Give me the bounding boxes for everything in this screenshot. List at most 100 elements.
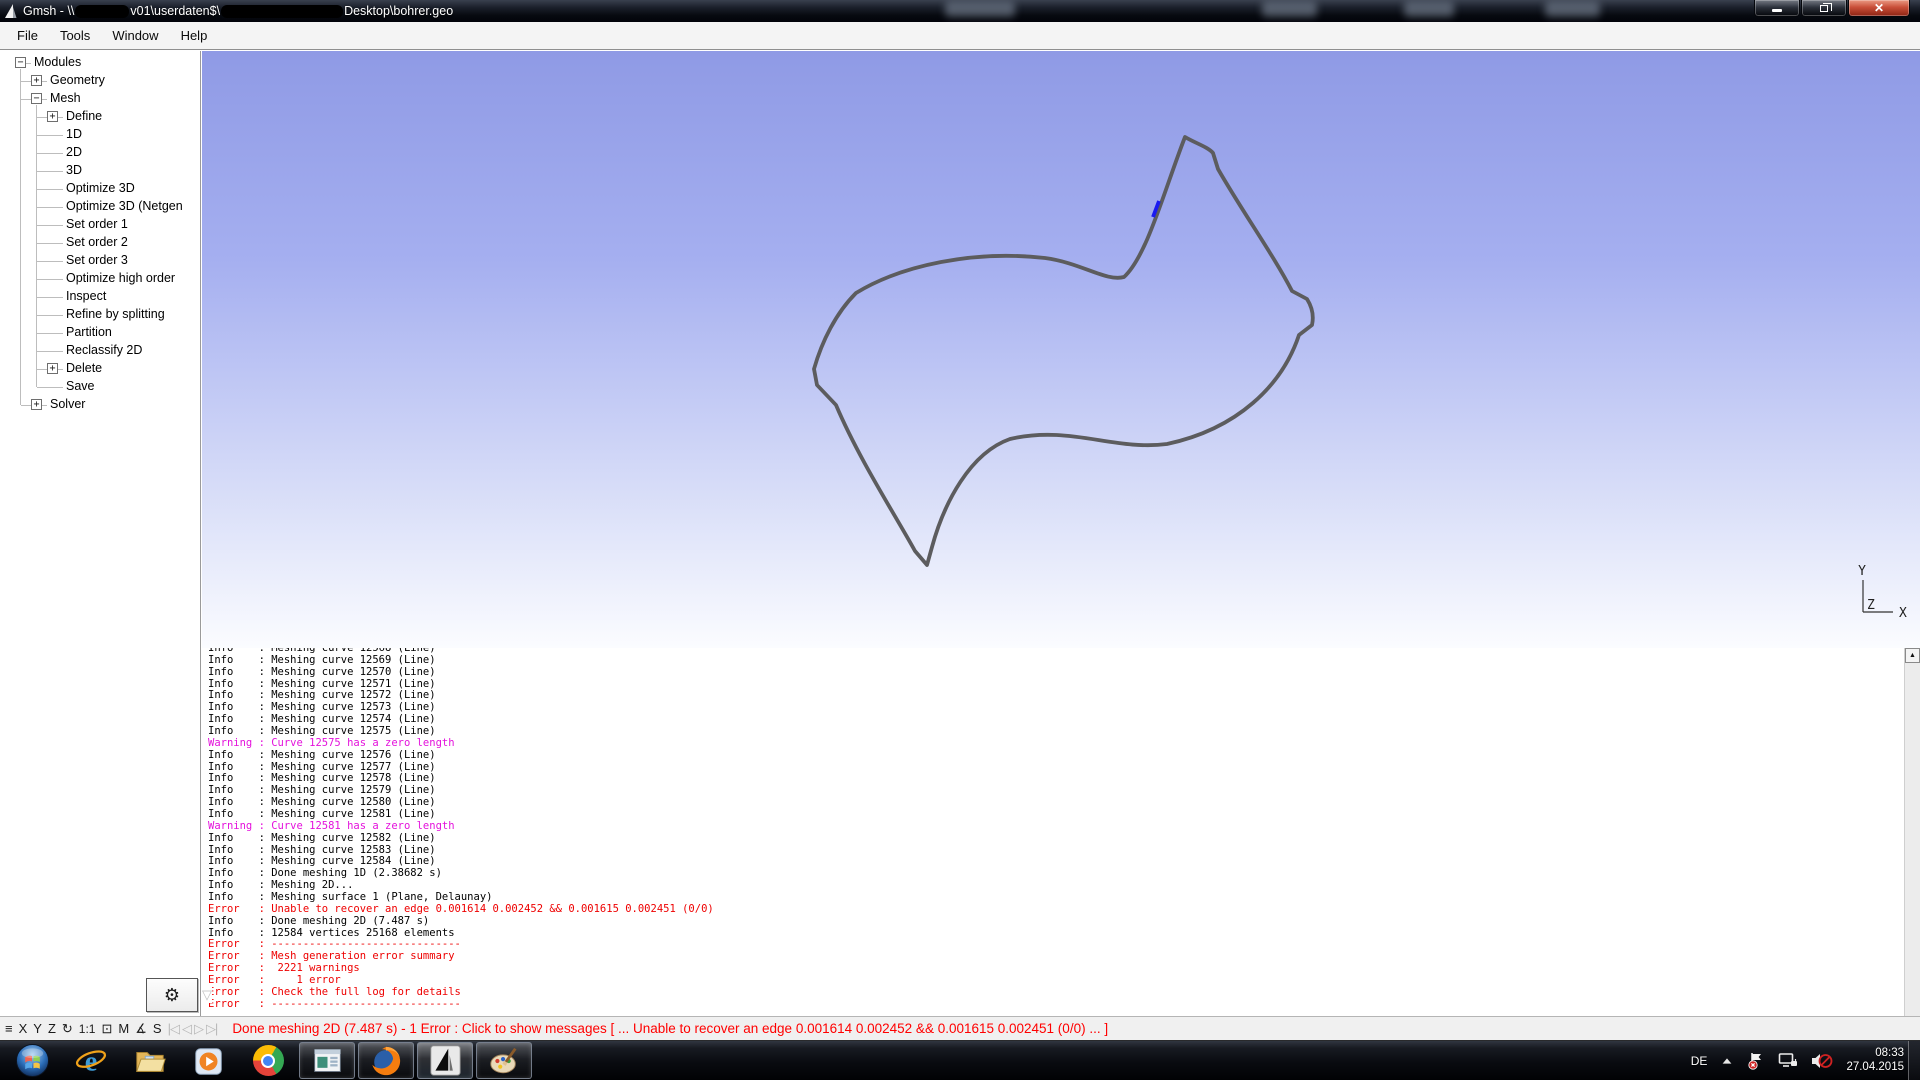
tree-connector [37,351,63,352]
tree-item-optimize-high-order[interactable]: Optimize high order [0,270,200,288]
status-fast-forward-animation-button[interactable]: ▷| [206,1021,217,1037]
tree-item-define[interactable]: + Define [0,108,200,126]
collapse-toggle-icon[interactable]: − [15,57,26,68]
firefox-icon [369,1044,403,1078]
module-tree: −Modules+Geometry−Mesh+Define1D2D3DOptim… [0,52,200,472]
taskbar-windows-explorer[interactable] [122,1042,178,1079]
status-console-toggle-button[interactable]: ≡ [5,1021,13,1036]
taskbar-paint[interactable] [476,1042,532,1079]
restore-button[interactable] [1801,0,1847,17]
console-line-error: Error : ------------------------------ [208,939,1904,951]
tree-item-label: 2D [66,145,82,159]
expand-toggle-icon[interactable]: + [31,399,42,410]
status-mesh-visibility-toggle-button[interactable]: M [118,1021,129,1036]
status-view-z-button[interactable]: Z [48,1021,56,1036]
tree-item-geometry[interactable]: + Geometry [0,72,200,90]
tree-item-solver[interactable]: + Solver [0,396,200,414]
tree-connector [36,105,37,387]
model-viewport[interactable]: Y X Z [202,51,1920,648]
tree-connector [20,69,21,405]
console-line-info: Info : Meshing curve 12578 (Line) [208,773,1904,785]
taskbar-clock[interactable]: 08:33 27.04.2015 [1846,1047,1904,1074]
status-perspective-toggle-button[interactable]: ⊡ [101,1021,112,1037]
tree-item-modules[interactable]: −Modules [0,54,200,72]
window-title: Gmsh - \\v01\userdaten$\Desktop\bohrer.g… [23,4,453,18]
menu-window[interactable]: Window [101,25,169,46]
tree-item-inspect[interactable]: Inspect [0,288,200,306]
console-options-button[interactable]: ⚙ [146,978,198,1012]
tree-item-set-order-3[interactable]: Set order 3 [0,252,200,270]
tree-item-reclassify-2d[interactable]: Reclassify 2D [0,342,200,360]
tree-item-1d[interactable]: 1D [0,126,200,144]
axis-y-label: Y [1858,564,1866,579]
show-desktop-button[interactable] [1908,1041,1920,1080]
status-view-x-button[interactable]: X [19,1021,28,1036]
tree-item-label: Set order 2 [66,235,128,249]
caret-down-icon[interactable]: ▽ [202,987,212,1003]
clock-time: 08:33 [1846,1047,1904,1061]
console-line-info: Info : 12584 vertices 25168 elements [208,928,1904,940]
tree-item-set-order-1[interactable]: Set order 1 [0,216,200,234]
tree-item-optimize-3d[interactable]: Optimize 3D [0,180,200,198]
close-button[interactable]: ✕ [1848,0,1910,17]
tree-item-save[interactable]: Save [0,378,200,396]
tree-item-3d[interactable]: 3D [0,162,200,180]
glass-reflection [945,2,1015,17]
console-line-info: Info : Meshing curve 12576 (Line) [208,750,1904,762]
menu-help[interactable]: Help [170,25,219,46]
scroll-up-icon[interactable]: ▲ [1905,648,1920,663]
gmsh-icon [429,1044,462,1077]
status-one-to-one-zoom-button[interactable]: 1:1 [79,1022,96,1036]
taskbar-open-window-app[interactable] [299,1042,355,1079]
tree-item-optimize-3d-netgen[interactable]: Optimize 3D (Netgen [0,198,200,216]
tree-item-2d[interactable]: 2D [0,144,200,162]
tree-item-delete[interactable]: +Delete [0,360,200,378]
taskbar-chrome[interactable] [240,1042,296,1079]
title-bar: Gmsh - \\v01\userdaten$\Desktop\bohrer.g… [0,0,1920,22]
console-line-info: Info : Meshing curve 12575 (Line) [208,726,1904,738]
tree-item-partition[interactable]: Partition [0,324,200,342]
expand-toggle-icon[interactable]: + [31,75,42,86]
message-console[interactable]: Info : Meshing curve 12568 (Line)Info : … [202,648,1904,1016]
expand-toggle-icon[interactable]: + [47,111,58,122]
action-center-flag-icon[interactable] [1747,1052,1765,1070]
tree-item-label: Mesh [50,91,81,105]
status-angle-tool-button[interactable]: ∡ [135,1021,147,1037]
volume-muted-icon[interactable] [1811,1052,1833,1070]
paint-icon [487,1044,521,1078]
console-scrollbar[interactable]: ▲ [1904,648,1920,1016]
status-rewind-animation-button[interactable]: |◁ [168,1021,179,1037]
tree-item-set-order-2[interactable]: Set order 2 [0,234,200,252]
start-button[interactable] [4,1042,60,1079]
taskbar-internet-explorer[interactable]: e [63,1042,119,1079]
status-step-back-animation-button[interactable]: ◁ [182,1021,191,1037]
tree-item-label: 3D [66,163,82,177]
status-view-y-button[interactable]: Y [33,1021,42,1036]
language-indicator[interactable]: DE [1691,1054,1708,1068]
console-line-info: Info : Meshing curve 12569 (Line) [208,655,1904,667]
console-line-warning: Warning : Curve 12575 has a zero length [208,738,1904,750]
menu-tools[interactable]: Tools [49,25,101,46]
status-status-s-button-button[interactable]: S [153,1021,162,1036]
hidden-icons-chevron-icon[interactable] [1720,1055,1734,1067]
status-rotate-view-button[interactable]: ↻ [62,1021,73,1037]
taskbar-media-player[interactable] [181,1042,237,1079]
tree-item-refine-by-splitting[interactable]: Refine by splitting [0,306,200,324]
tree-item-mesh[interactable]: −Mesh [0,90,200,108]
status-play-animation-button[interactable]: ▷ [194,1021,203,1037]
taskbar-gmsh[interactable] [417,1042,473,1079]
tree-item-label: Define [66,109,102,123]
status-message[interactable]: Done meshing 2D (7.487 s) - 1 Error : Cl… [232,1021,1108,1036]
menu-file[interactable]: File [6,25,49,46]
console-line-info: Info : Meshing curve 12571 (Line) [208,679,1904,691]
tree-item-label: Solver [50,397,85,411]
minimize-button[interactable] [1754,0,1800,17]
network-status-icon[interactable] [1778,1052,1798,1069]
expand-toggle-icon[interactable]: + [47,363,58,374]
taskbar-firefox[interactable] [358,1042,414,1079]
tree-connector [37,171,63,172]
internet-explorer-icon: e [74,1044,108,1078]
tree-item-label: Geometry [50,73,105,87]
collapse-toggle-icon[interactable]: − [31,93,42,104]
console-line-info: Info : Meshing curve 12568 (Line) [208,648,1904,655]
